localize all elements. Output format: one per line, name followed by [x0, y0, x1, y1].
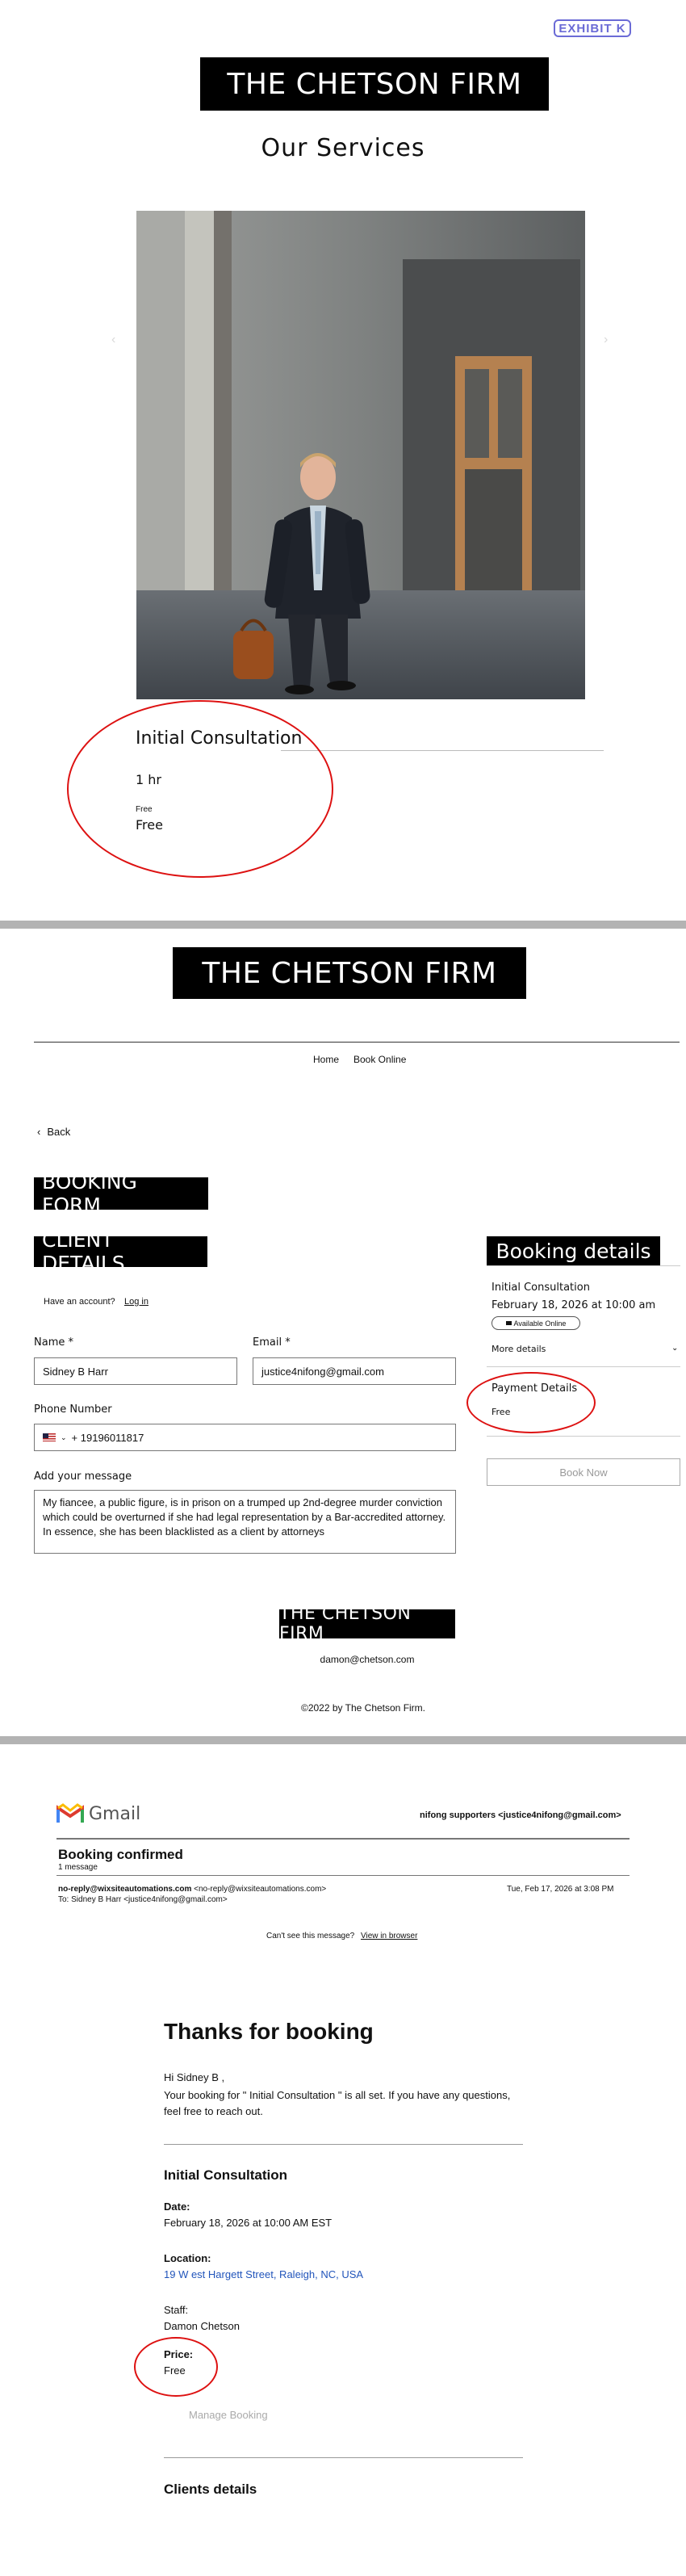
email-date: Tue, Feb 17, 2026 at 3:08 PM: [507, 1885, 614, 1894]
video-icon: [505, 1321, 512, 1325]
screenshot-divider: [0, 921, 686, 929]
phone-value: + 19196011817: [71, 1431, 144, 1444]
booking-details-heading: Booking details: [487, 1236, 660, 1265]
name-label: Name *: [34, 1336, 73, 1349]
back-label: Back: [47, 1126, 71, 1138]
contact-email[interactable]: damon@chetson.com: [0, 1654, 686, 1665]
attorney-photo: [136, 211, 585, 699]
message-label: Add your message: [34, 1471, 132, 1483]
divider: [487, 1436, 680, 1437]
email-label: Email *: [253, 1336, 291, 1349]
email-from: no-reply@wixsiteautomations.com <no-repl…: [58, 1885, 326, 1894]
annotation-circle: [67, 700, 333, 878]
book-now-button[interactable]: Book Now: [487, 1458, 680, 1486]
nav-home[interactable]: Home: [313, 1054, 339, 1065]
have-account-text: Have an account?: [44, 1297, 115, 1307]
confirmation-text: Your booking for " Initial Consultation …: [164, 2089, 511, 2117]
name-value: Sidney B Harr: [43, 1365, 108, 1378]
booking-form-heading: BOOKING FORM: [34, 1170, 208, 1217]
divider: [56, 1875, 630, 1876]
firm-name-banner: THE CHETSON FIRM: [200, 57, 549, 111]
exhibit-stamp: EXHIBIT K: [554, 19, 631, 37]
location-label: Location:: [164, 2252, 211, 2264]
annotation-circle: [466, 1372, 596, 1433]
nav-divider: [34, 1042, 680, 1043]
manage-booking-link[interactable]: Manage Booking: [189, 2409, 268, 2421]
booking-service: Initial Consultation: [491, 1282, 590, 1294]
gmail-m-icon: [56, 1803, 84, 1823]
message-count: 1 message: [58, 1863, 98, 1872]
back-button[interactable]: ‹ Back: [37, 1126, 70, 1138]
divider: [164, 2457, 523, 2458]
copyright: ©2022 by The Chetson Firm.: [300, 1702, 426, 1714]
more-details-toggle[interactable]: More details: [491, 1344, 546, 1354]
view-in-browser-link[interactable]: View in browser: [361, 1932, 417, 1940]
carousel-next-icon[interactable]: ›: [604, 333, 608, 347]
date-label: Date:: [164, 2201, 190, 2213]
email-value: justice4nifong@gmail.com: [261, 1365, 384, 1378]
login-link[interactable]: Log in: [124, 1297, 148, 1307]
thanks-heading: Thanks for booking: [164, 2019, 374, 2044]
staff-label: Staff:: [164, 2304, 189, 2316]
available-online-badge: Available Online: [491, 1316, 580, 1330]
message-value: My fiancee, a public figure, is in priso…: [43, 1496, 446, 1538]
cant-see-text: Can't see this message?: [266, 1932, 355, 1940]
attorney-photo-illustration: [136, 211, 585, 699]
chevron-down-icon[interactable]: ⌄: [61, 1433, 67, 1442]
clients-details-heading: Clients details: [164, 2482, 257, 2497]
chevron-left-icon: ‹: [37, 1126, 41, 1138]
footer-firm-name: THE CHETSON FIRM: [279, 1604, 455, 1644]
email-to: To: Sidney B Harr <justice4nifong@gmail.…: [58, 1895, 228, 1904]
staff-value: Damon Chetson: [164, 2320, 240, 2332]
booking-date: February 18, 2026 at 10:00 am: [491, 1299, 656, 1311]
firm-name-banner: THE CHETSON FIRM: [173, 947, 526, 999]
from-address: no-reply@wixsiteautomations.com: [58, 1885, 192, 1894]
divider: [487, 1265, 680, 1266]
available-online-label: Available Online: [513, 1319, 567, 1328]
screenshot-divider: [0, 1736, 686, 1744]
phone-label: Phone Number: [34, 1403, 112, 1416]
annotation-circle: [134, 2337, 218, 2397]
phone-field[interactable]: ⌄ + 19196011817: [34, 1424, 456, 1451]
greeting: Hi Sidney B ,: [164, 2071, 225, 2083]
email-subject: Booking confirmed: [58, 1847, 183, 1862]
date-value: February 18, 2026 at 10:00 AM EST: [164, 2217, 333, 2229]
location-link[interactable]: 19 W est Hargett Street, Raleigh, NC, US…: [164, 2268, 363, 2280]
divider: [56, 1838, 630, 1840]
email-field[interactable]: justice4nifong@gmail.com: [253, 1357, 456, 1385]
gmail-wordmark: Gmail: [89, 1803, 141, 1824]
carousel-prev-icon[interactable]: ‹: [111, 333, 115, 347]
divider: [164, 2144, 523, 2145]
gmail-account: nifong supporters <justice4nifong@gmail.…: [420, 1810, 621, 1820]
nav-book-online[interactable]: Book Online: [353, 1054, 406, 1065]
service-title: Initial Consultation: [164, 2167, 287, 2183]
us-flag-icon[interactable]: [43, 1433, 56, 1441]
from-address-full: <no-reply@wixsiteautomations.com>: [194, 1885, 327, 1894]
client-details-heading: CLIENT DETAILS: [34, 1228, 207, 1275]
chevron-down-icon[interactable]: ⌄: [671, 1344, 678, 1353]
page-title: Our Services: [261, 134, 425, 162]
divider: [487, 1366, 680, 1367]
divider: [281, 750, 604, 751]
name-field[interactable]: Sidney B Harr: [34, 1357, 237, 1385]
message-textarea[interactable]: My fiancee, a public figure, is in priso…: [34, 1490, 456, 1554]
gmail-logo: Gmail: [56, 1803, 140, 1824]
